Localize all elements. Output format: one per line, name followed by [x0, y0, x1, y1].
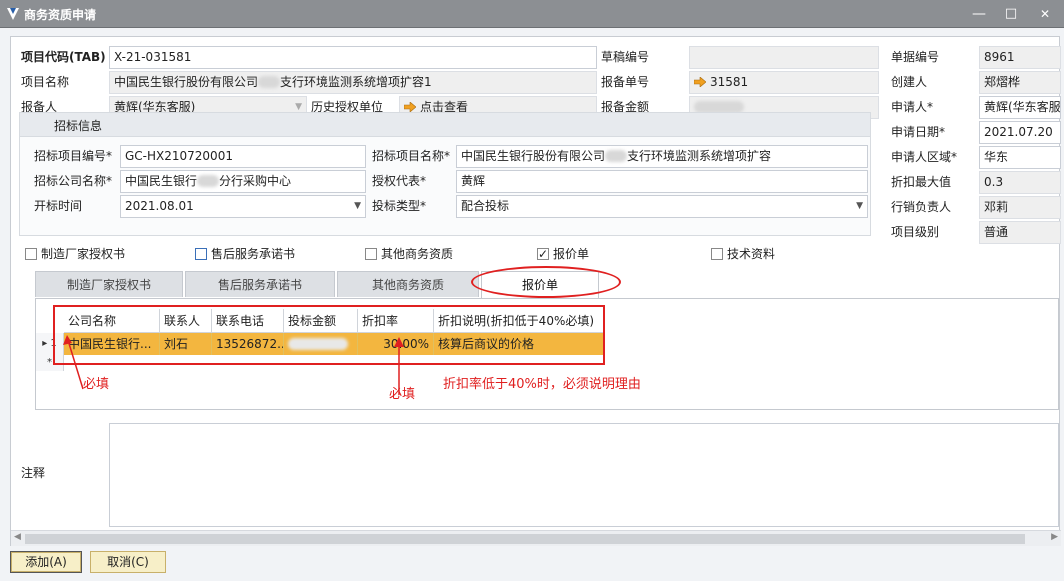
bid-no-input[interactable]: GC-HX210720001 [120, 145, 366, 168]
check-label: 技术资料 [727, 247, 776, 261]
tab-other-qualification[interactable]: 其他商务资质 [337, 271, 479, 297]
check-label: 制造厂家授权书 [41, 247, 126, 261]
bid-name-part-b: 支行环境监测系统增项扩容 [627, 149, 772, 163]
project-code-label: 项目代码(TAB) [21, 50, 106, 64]
bid-info-group: 招标信息 招标项目编号* GC-HX210720001 招标项目名称* 中国民生… [19, 112, 871, 236]
close-button[interactable]: ✕ [1034, 4, 1056, 24]
check-quotation[interactable]: 报价单 [537, 246, 589, 262]
row-pointer-icon: ▸ [42, 338, 48, 349]
check-label: 其他商务资质 [381, 247, 454, 261]
chevron-down-icon[interactable]: ▼ [856, 196, 863, 217]
chevron-down-icon[interactable]: ▼ [354, 196, 361, 217]
bid-company-input[interactable]: 中国民生银行 分行采购中心 [120, 170, 366, 193]
cancel-button[interactable]: 取消(C) [90, 551, 166, 573]
bid-company-label: 招标公司名称* [34, 174, 113, 188]
project-name-label: 项目名称 [21, 75, 70, 89]
bid-name-label: 招标项目名称* [372, 149, 451, 163]
bid-no-label: 招标项目编号* [34, 149, 113, 163]
annotation-oval [471, 266, 621, 298]
project-code-input[interactable]: X-21-031581 [109, 46, 597, 69]
draft-no-label: 草稿编号 [601, 50, 650, 64]
minimize-button[interactable]: — [968, 4, 990, 24]
project-name-part-a: 中国民生银行股份有限公司 [114, 75, 259, 89]
bid-type-value: 配合投标 [461, 199, 510, 213]
checkbox-checked-icon [537, 246, 549, 262]
check-manufacturer-auth[interactable]: 制造厂家授权书 [25, 246, 125, 262]
report-no-label: 报备单号 [601, 75, 650, 89]
annotation-required-1: 必填 [83, 377, 110, 392]
auth-rep-label: 授权代表* [372, 174, 427, 188]
redacted-mark [258, 76, 281, 88]
tab-manufacturer-auth[interactable]: 制造厂家授权书 [35, 271, 183, 297]
check-after-sales[interactable]: 售后服务承诺书 [195, 246, 295, 262]
annotation-discount-rule: 折扣率低于40%时，必须说明理由 [443, 377, 641, 392]
redacted-mark [197, 175, 220, 187]
form-panel: 项目代码(TAB) X-21-031581 项目名称 中国民生银行股份有限公司支… [10, 36, 1061, 546]
doc-no-field: 8961 [979, 46, 1061, 69]
checkbox-icon [711, 248, 723, 260]
creator-label: 创建人 [891, 75, 928, 89]
apply-date-label: 申请日期* [891, 125, 946, 139]
region-label: 申请人区域* [891, 150, 958, 164]
auth-rep-input[interactable]: 黄辉 [456, 170, 868, 193]
bid-type-select[interactable]: 配合投标 ▼ [456, 195, 868, 218]
scroll-left-icon[interactable]: ◀ [14, 532, 21, 542]
max-discount-field: 0.3 [979, 171, 1061, 194]
check-label: 报价单 [553, 247, 590, 261]
draft-no-field [689, 46, 879, 69]
arrow-right-icon [694, 77, 706, 87]
region-select[interactable]: 华东 [979, 146, 1061, 169]
window-title: 商务资质申请 [24, 8, 97, 22]
bid-name-input[interactable]: 中国民生银行股份有限公司 支行环境监测系统增项扩容 [456, 145, 868, 168]
creator-field: 郑熠桦 [979, 71, 1061, 94]
scroll-thumb[interactable] [25, 534, 1025, 544]
check-tech-docs[interactable]: 技术资料 [711, 246, 775, 262]
check-other-qualification[interactable]: 其他商务资质 [365, 246, 453, 262]
scroll-right-icon[interactable]: ▶ [1051, 532, 1058, 542]
bid-type-label: 投标类型* [372, 199, 427, 213]
remark-label: 注释 [21, 466, 46, 480]
project-level-field: 普通 [979, 221, 1061, 244]
applicant-label: 申请人* [891, 100, 934, 114]
tab-after-sales[interactable]: 售后服务承诺书 [185, 271, 335, 297]
arrow-right-icon [404, 102, 416, 112]
open-time-label: 开标时间 [34, 199, 83, 213]
bid-company-part-b: 分行采购中心 [219, 174, 292, 188]
checkbox-icon [25, 248, 37, 260]
doc-no-label: 单据编号 [891, 50, 940, 64]
check-label: 售后服务承诺书 [211, 247, 296, 261]
bid-info-header: 招标信息 [20, 113, 870, 137]
remark-textarea[interactable] [109, 423, 1059, 527]
applicant-select[interactable]: 黄辉(华东客服 [979, 96, 1061, 119]
checkbox-icon [365, 248, 377, 260]
report-no-link[interactable]: 31581 [689, 71, 879, 94]
bid-company-part-a: 中国民生银行 [125, 174, 198, 188]
open-time-value: 2021.08.01 [125, 199, 194, 213]
sales-lead-label: 行销负责人 [891, 200, 952, 214]
redacted-mark [605, 150, 628, 162]
apply-date-input[interactable]: 2021.07.20 [979, 121, 1061, 144]
add-button[interactable]: 添加(A) [10, 551, 82, 573]
open-time-picker[interactable]: 2021.08.01 ▼ [120, 195, 366, 218]
annotation-required-2: 必填 [389, 387, 416, 402]
bid-name-part-a: 中国民生银行股份有限公司 [461, 149, 606, 163]
max-discount-label: 折扣最大值 [891, 175, 952, 189]
app-logo-icon [7, 8, 19, 20]
checkbox-icon [195, 248, 207, 260]
project-name-part-b: 支行环境监测系统增项扩容1 [280, 75, 432, 89]
project-level-label: 项目级别 [891, 225, 940, 239]
report-no-value: 31581 [710, 75, 749, 89]
project-name-field: 中国民生银行股份有限公司 支行环境监测系统增项扩容1 [109, 71, 597, 94]
bid-info-title: 招标信息 [54, 119, 103, 133]
sales-lead-field: 邓莉 [979, 196, 1061, 219]
maximize-button[interactable]: □ [1000, 4, 1022, 24]
title-bar: 商务资质申请 — □ ✕ [0, 0, 1064, 28]
horizontal-scrollbar[interactable]: ◀ ▶ [11, 530, 1061, 546]
